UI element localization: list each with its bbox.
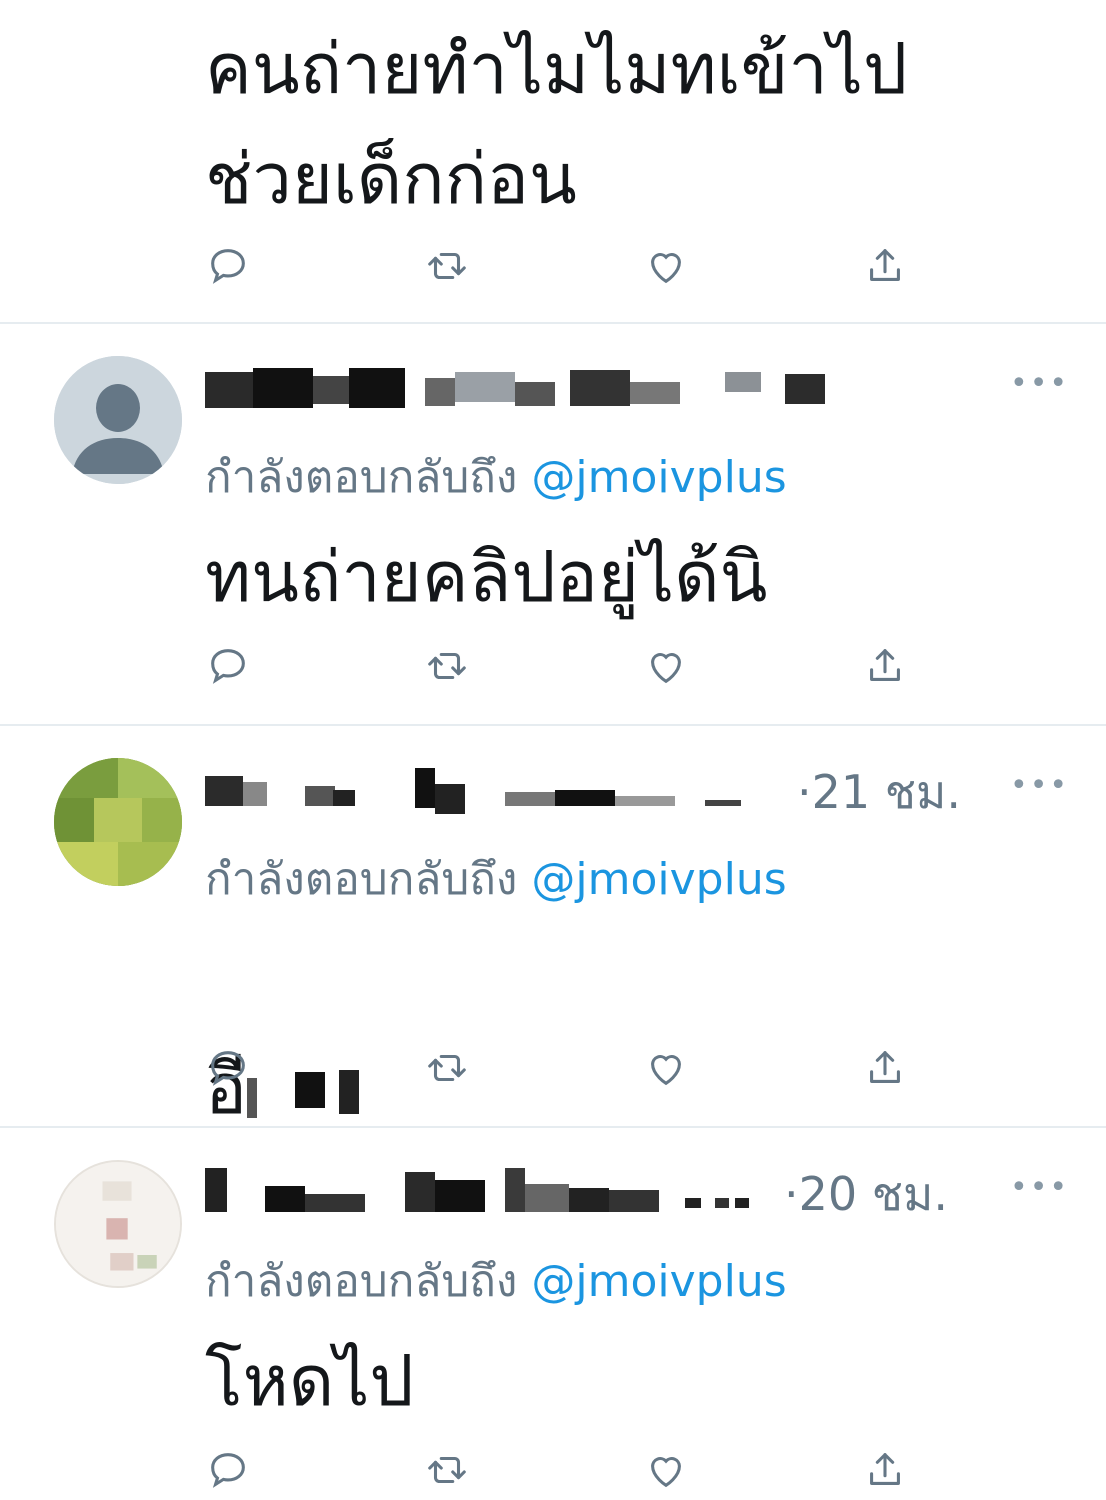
mention-link[interactable]: @jmoivplus bbox=[531, 452, 786, 503]
reply-icon[interactable] bbox=[198, 236, 258, 296]
retweet-icon[interactable] bbox=[417, 236, 477, 296]
reply-icon[interactable] bbox=[198, 1038, 258, 1098]
display-name-redacted[interactable] bbox=[205, 766, 745, 816]
like-icon[interactable] bbox=[636, 1038, 696, 1098]
retweet-icon[interactable] bbox=[417, 636, 477, 696]
replying-to-label: กำลังตอบกลับถึง bbox=[205, 854, 518, 905]
more-options-icon[interactable]: ••• bbox=[1010, 1170, 1069, 1205]
share-icon[interactable] bbox=[855, 236, 915, 296]
like-icon[interactable] bbox=[636, 1440, 696, 1500]
replying-to-label: กำลังตอบกลับถึง bbox=[205, 1256, 518, 1307]
share-icon[interactable] bbox=[855, 636, 915, 696]
display-name-redacted[interactable] bbox=[205, 364, 865, 414]
tweet-actions bbox=[0, 236, 1106, 296]
timestamp[interactable]: ·20 ชม. bbox=[784, 1158, 948, 1231]
retweet-icon[interactable] bbox=[417, 1038, 477, 1098]
tweet-text: ทนถ่ายคลิปอยู่ได้นิ bbox=[205, 536, 768, 618]
tweet-actions bbox=[0, 636, 1106, 696]
tweet-card[interactable]: ·20 ชม. ••• กำลังตอบกลับถึง @jmoivplus โ… bbox=[0, 1128, 1106, 1488]
tweet-text: โหดไป bbox=[205, 1340, 414, 1422]
replying-to: กำลังตอบกลับถึง @jmoivplus bbox=[205, 442, 787, 512]
avatar[interactable] bbox=[54, 356, 182, 484]
avatar-image-pixelated bbox=[56, 1162, 180, 1286]
replying-to: กำลังตอบกลับถึง @jmoivplus bbox=[205, 1246, 787, 1316]
avatar[interactable] bbox=[54, 758, 182, 886]
tweet-card[interactable]: ·21 ชม. ••• กำลังตอบกลับถึง @jmoivplus อ… bbox=[0, 726, 1106, 1130]
share-icon[interactable] bbox=[855, 1440, 915, 1500]
tweet-text: คนถ่ายทำไมไมทเข้าไป ช่วยเด็กก่อน bbox=[205, 28, 908, 220]
replying-to: กำลังตอบกลับถึง @jmoivplus bbox=[205, 844, 787, 914]
share-icon[interactable] bbox=[855, 1038, 915, 1098]
avatar-image-pixelated bbox=[54, 758, 182, 886]
tweet-card[interactable]: ••• กำลังตอบกลับถึง @jmoivplus ทนถ่ายคลิ… bbox=[0, 324, 1106, 724]
more-options-icon[interactable]: ••• bbox=[1010, 366, 1069, 401]
tweet-actions bbox=[0, 1038, 1106, 1098]
avatar[interactable] bbox=[54, 1160, 182, 1288]
mention-link[interactable]: @jmoivplus bbox=[531, 1256, 786, 1307]
replying-to-label: กำลังตอบกลับถึง bbox=[205, 452, 518, 503]
tweet-card[interactable]: คนถ่ายทำไมไมทเข้าไป ช่วยเด็กก่อน bbox=[0, 0, 1106, 322]
mention-link[interactable]: @jmoivplus bbox=[531, 854, 786, 905]
timestamp[interactable]: ·21 ชม. bbox=[797, 756, 961, 829]
display-name-redacted[interactable] bbox=[205, 1168, 755, 1218]
like-icon[interactable] bbox=[636, 636, 696, 696]
retweet-icon[interactable] bbox=[417, 1440, 477, 1500]
tweet-text: อี bbox=[205, 924, 367, 1144]
reply-icon[interactable] bbox=[198, 636, 258, 696]
more-options-icon[interactable]: ••• bbox=[1010, 768, 1069, 803]
tweet-actions bbox=[0, 1440, 1106, 1500]
like-icon[interactable] bbox=[636, 236, 696, 296]
reply-icon[interactable] bbox=[198, 1440, 258, 1500]
default-avatar-icon bbox=[54, 356, 182, 484]
